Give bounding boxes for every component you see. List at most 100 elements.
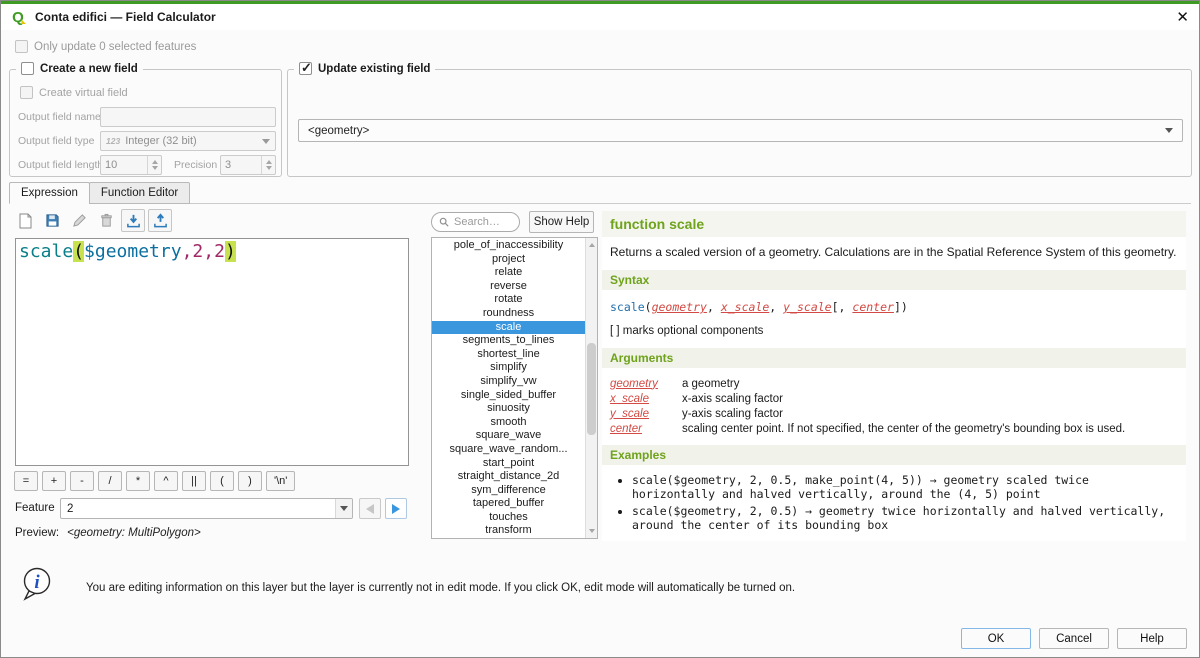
argument-name: x_scale (610, 391, 682, 406)
integer-type-icon: 123 (106, 136, 120, 146)
syntax-token: scale (610, 300, 645, 314)
argument-description: a geometry (682, 376, 1125, 391)
operator-button[interactable]: = (14, 471, 38, 491)
function-list-item[interactable]: pole_of_inaccessibility (432, 239, 585, 253)
spinner-arrows-icon (261, 156, 275, 174)
create-new-field-checkbox[interactable] (21, 62, 34, 75)
function-list-item[interactable]: square_wave (432, 429, 585, 443)
feature-row: Feature 2 (15, 498, 415, 519)
pencil-icon (72, 213, 87, 228)
operator-button[interactable]: ^ (154, 471, 178, 491)
edit-mode-warning: You are editing information on this laye… (86, 582, 795, 594)
function-list-item[interactable]: roundness (432, 307, 585, 321)
save-expression-button[interactable] (40, 209, 64, 232)
existing-field-select[interactable]: <geometry> (298, 119, 1183, 142)
search-placeholder: Search… (454, 216, 500, 228)
function-list-item[interactable]: start_point (432, 457, 585, 471)
operator-button[interactable]: ( (210, 471, 234, 491)
argument-row: centerscaling center point. If not speci… (610, 421, 1125, 436)
import-down-arrow-icon (126, 213, 141, 228)
help-button[interactable]: Help (1117, 628, 1187, 649)
operator-button[interactable]: '\n' (266, 471, 295, 491)
syntax-token: x_scale (721, 300, 769, 314)
update-existing-field-label: Update existing field (318, 63, 430, 75)
field-calculator-dialog: Q Conta edifici — Field Calculator ✕ Onl… (0, 0, 1200, 658)
examples-list: scale($geometry, 2, 0.5, make_point(4, 5… (632, 473, 1178, 532)
scrollbar-thumb[interactable] (587, 343, 596, 435)
function-list-item[interactable]: segments_to_lines (432, 334, 585, 348)
expression-editor[interactable]: scale($geometry,2,2) (15, 238, 409, 466)
output-field-name-input (100, 107, 276, 127)
tab-function-editor[interactable]: Function Editor (89, 182, 190, 204)
tab-expression[interactable]: Expression (9, 182, 90, 204)
function-list-item[interactable]: single_sided_buffer (432, 389, 585, 403)
function-list-item[interactable]: scale (432, 321, 585, 335)
output-field-length-value: 10 (101, 156, 147, 174)
operator-button[interactable]: || (182, 471, 206, 491)
function-list-item[interactable]: sym_difference (432, 484, 585, 498)
cancel-button[interactable]: Cancel (1039, 628, 1109, 649)
function-list-item[interactable]: smooth (432, 416, 585, 430)
expression-token: 2 (192, 241, 203, 262)
example-item: scale($geometry, 2, 0.5) → geometry twic… (632, 504, 1178, 532)
ok-button[interactable]: OK (961, 628, 1031, 649)
update-existing-field-title: Update existing field (294, 62, 435, 75)
function-list-item[interactable]: tapered_buffer (432, 497, 585, 511)
precision-spinner: 3 (220, 155, 276, 175)
syntax-token: , (707, 300, 721, 314)
expression-token: 2 (214, 241, 225, 262)
feature-select[interactable]: 2 (60, 498, 353, 519)
output-field-type-label: Output field type (18, 135, 94, 147)
update-existing-field-group: Update existing field <geometry> (287, 69, 1192, 177)
scrollbar-up-icon[interactable] (586, 239, 597, 251)
function-list-item[interactable]: simplify_vw (432, 375, 585, 389)
new-expression-button[interactable] (13, 209, 37, 232)
function-list-item[interactable]: square_wave_random... (432, 443, 585, 457)
update-existing-field-checkbox[interactable] (299, 62, 312, 75)
close-icon[interactable]: ✕ (1176, 10, 1189, 25)
function-list-item[interactable]: rotate (432, 293, 585, 307)
export-expressions-button[interactable] (148, 209, 172, 232)
create-new-field-group: Create a new field Create virtual field … (9, 69, 282, 177)
operator-button[interactable]: + (42, 471, 66, 491)
syntax-token: ] (894, 300, 901, 314)
syntax-token: ) (901, 300, 908, 314)
expression-token: , (182, 241, 193, 262)
arguments-heading: Arguments (602, 348, 1186, 368)
chevron-down-icon (340, 506, 348, 511)
trash-icon (99, 213, 114, 228)
expression-toolbar (13, 209, 172, 232)
function-list-item[interactable]: relate (432, 266, 585, 280)
operator-button[interactable]: - (70, 471, 94, 491)
create-new-field-label: Create a new field (40, 63, 138, 75)
function-list-item[interactable]: touches (432, 511, 585, 525)
import-expressions-button[interactable] (121, 209, 145, 232)
function-list-item[interactable]: sinuosity (432, 402, 585, 416)
feature-select-dropdown[interactable] (335, 499, 352, 518)
output-field-length-label: Output field length (18, 159, 103, 171)
arguments-table: geometrya geometryx_scalex-axis scaling … (610, 376, 1125, 436)
function-list-scrollbar[interactable] (585, 238, 597, 538)
search-input[interactable]: Search… (431, 212, 520, 232)
function-list-item[interactable]: reverse (432, 280, 585, 294)
function-list-item[interactable]: shortest_line (432, 348, 585, 362)
scrollbar-down-icon[interactable] (586, 525, 597, 537)
preview-label: Preview: (15, 527, 59, 539)
function-list-item[interactable]: straight_distance_2d (432, 470, 585, 484)
tab-bar: Expression Function Editor (9, 182, 189, 204)
output-field-name-label: Output field name (18, 111, 101, 123)
operator-button[interactable]: / (98, 471, 122, 491)
function-list-item[interactable]: simplify (432, 361, 585, 375)
preview-value: <geometry: MultiPolygon> (67, 527, 201, 539)
show-help-button[interactable]: Show Help (529, 211, 594, 233)
output-field-type-value: Integer (32 bit) (125, 135, 197, 147)
operator-button[interactable]: * (126, 471, 150, 491)
function-list-item[interactable]: transform (432, 524, 585, 538)
dialog-buttons: OK Cancel Help (961, 628, 1187, 649)
operator-button[interactable]: ) (238, 471, 262, 491)
function-list-item[interactable]: project (432, 253, 585, 267)
preview-row: Preview: <geometry: MultiPolygon> (15, 527, 201, 539)
feature-label: Feature (15, 502, 55, 514)
help-description: Returns a scaled version of a geometry. … (602, 237, 1186, 261)
next-feature-button[interactable] (385, 498, 407, 519)
